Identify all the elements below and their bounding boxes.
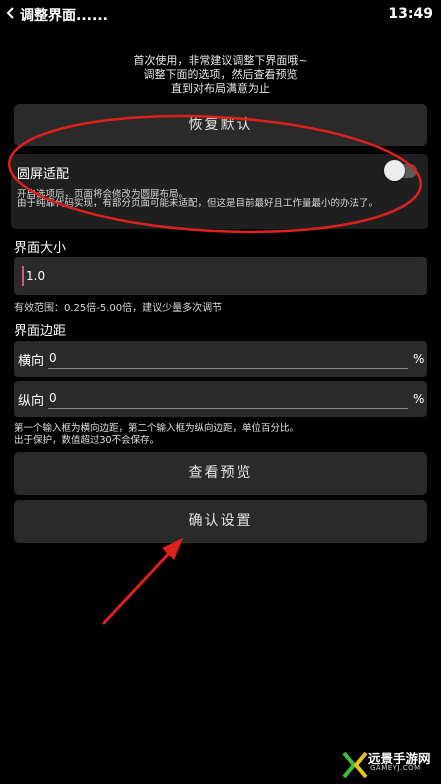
- annotation-arrow-shaft: [102, 548, 174, 625]
- annotation-ellipse: [8, 114, 422, 234]
- annotation-overlay: [8, 114, 422, 625]
- watermark-subtext: GAMEYJ.COM: [370, 764, 421, 772]
